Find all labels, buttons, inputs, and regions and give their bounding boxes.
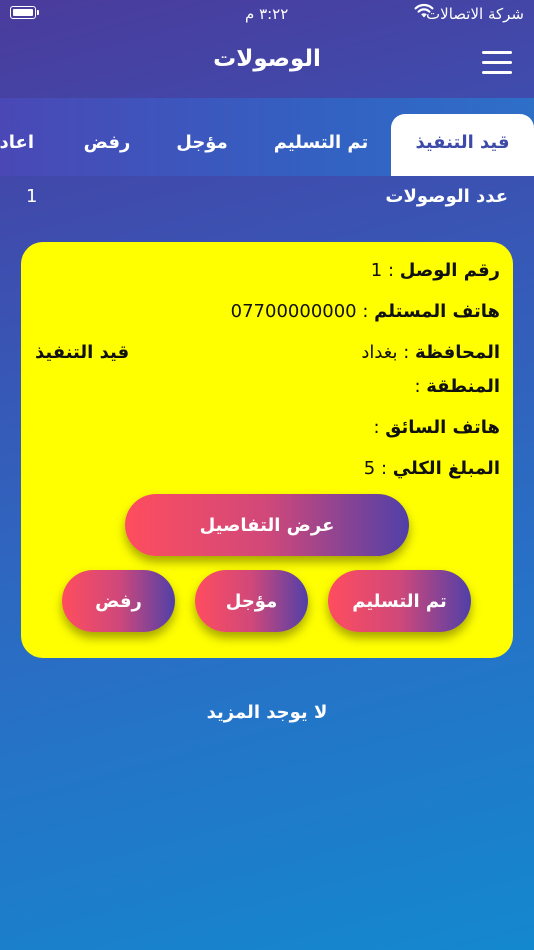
province-value: بغداد bbox=[361, 342, 398, 363]
recipient-phone-value: 07700000000 bbox=[230, 301, 357, 322]
total-amount-value: 5 bbox=[363, 458, 376, 479]
tab-rejected[interactable]: رفض bbox=[80, 114, 134, 176]
hamburger-menu-icon[interactable] bbox=[482, 51, 512, 75]
status-tabs: قيد التنفيذ تم التسليم مؤجل رفض اعادة bbox=[0, 98, 534, 176]
recipient-phone-label: هاتف المستلم bbox=[374, 301, 500, 322]
battery-icon bbox=[10, 6, 39, 19]
reject-button[interactable]: رفض bbox=[62, 570, 175, 632]
count-label: عدد الوصولات bbox=[385, 186, 508, 207]
count-value: 1 bbox=[26, 186, 38, 207]
tab-delivered[interactable]: تم التسليم bbox=[268, 114, 374, 176]
receipts-count-row: عدد الوصولات 1 bbox=[0, 186, 534, 214]
province-row: المحافظة : بغداد bbox=[361, 342, 500, 363]
app-header: الوصولات bbox=[0, 28, 534, 98]
receipt-number-value: 1 bbox=[370, 260, 383, 281]
total-amount-row: المبلغ الكلي : 5 bbox=[363, 458, 500, 479]
status-time: ٣:٢٢ م bbox=[245, 5, 289, 23]
postpone-button[interactable]: مؤجل bbox=[195, 570, 308, 632]
area-label: المنطقة bbox=[426, 376, 500, 397]
province-label: المحافظة bbox=[415, 342, 500, 363]
area-row: المنطقة : bbox=[414, 376, 500, 397]
tab-returned[interactable]: اعادة bbox=[0, 114, 34, 176]
tab-in-progress[interactable]: قيد التنفيذ bbox=[391, 114, 534, 176]
driver-phone-label: هاتف السائق bbox=[385, 417, 500, 438]
view-details-button[interactable]: عرض التفاصيل bbox=[125, 494, 409, 556]
wifi-icon bbox=[414, 3, 434, 23]
page-title: الوصولات bbox=[213, 46, 321, 72]
total-amount-label: المبلغ الكلي bbox=[392, 458, 500, 479]
no-more-message: لا يوجد المزيد bbox=[206, 702, 328, 723]
status-bar: شركة الاتصالات ٣:٢٢ م bbox=[0, 0, 534, 28]
recipient-phone-row: هاتف المستلم : 07700000000 bbox=[230, 301, 500, 322]
delivered-button[interactable]: تم التسليم bbox=[328, 570, 471, 632]
driver-phone-row: هاتف السائق : bbox=[373, 417, 500, 438]
receipt-number-label: رقم الوصل bbox=[399, 260, 500, 281]
tab-postponed[interactable]: مؤجل bbox=[170, 114, 234, 176]
receipt-number-row: رقم الوصل : 1 bbox=[370, 260, 500, 281]
receipt-card: رقم الوصل : 1 هاتف المستلم : 07700000000… bbox=[21, 242, 513, 658]
status-badge: قيد التنفيذ bbox=[35, 342, 130, 363]
carrier-name: شركة الاتصالات bbox=[426, 5, 524, 23]
